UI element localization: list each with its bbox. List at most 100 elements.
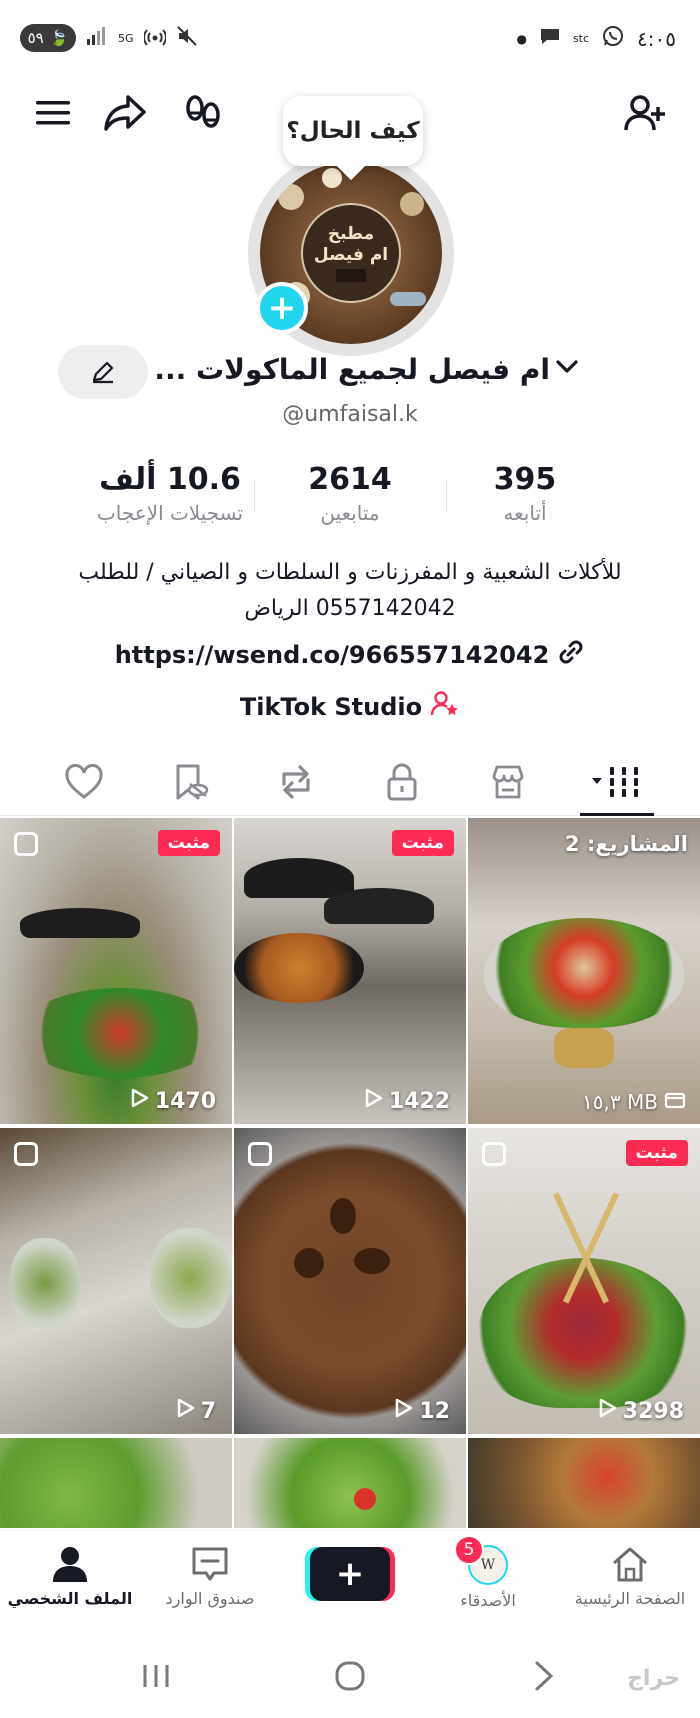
play-icon — [365, 1088, 383, 1114]
tab-favorites-hidden[interactable] — [140, 752, 240, 812]
chafing-dish-lid — [324, 888, 434, 924]
chevron-down-icon[interactable] — [554, 353, 580, 386]
bottom-nav: الصفحة الرئيسية W 5 الأصدقاء + صندوق الو… — [0, 1530, 700, 1630]
lock-icon — [387, 763, 417, 801]
avatar-logo: مطبخ ام فيصل — [301, 203, 401, 303]
status-right: ● stc ٤:٠٥ — [516, 24, 676, 53]
username: @umfaisal.k — [282, 402, 418, 427]
footprint-icon[interactable] — [178, 88, 228, 138]
bio: للأكلات الشعبية و المفرزنات و السلطات و … — [30, 555, 670, 627]
tab-shop[interactable] — [458, 752, 558, 812]
home-button[interactable] — [320, 1656, 380, 1696]
recent-apps-button[interactable] — [126, 1656, 186, 1696]
pencil-icon — [92, 361, 114, 384]
active-tab-indicator — [580, 813, 654, 816]
shop-icon — [492, 765, 524, 799]
select-checkbox[interactable] — [482, 1142, 506, 1166]
tab-private[interactable] — [352, 752, 452, 812]
create-button[interactable]: + — [310, 1547, 390, 1601]
name-row: ام فيصل لجميع الماكولات ... — [0, 345, 700, 405]
nav-profile[interactable]: الملف الشخصي — [0, 1545, 140, 1608]
battery-level: ٥٩ — [27, 29, 44, 47]
nav-inbox-label: صندوق الوارد — [165, 1589, 255, 1608]
salad-platter — [478, 1258, 688, 1408]
dot-icon: ● — [516, 31, 527, 46]
select-checkbox[interactable] — [14, 1142, 38, 1166]
profile-name[interactable]: ام فيصل لجميع الماكولات ... — [154, 353, 550, 386]
chafing-dish-lid — [20, 908, 140, 938]
following-stat[interactable]: 395 أتابعه — [425, 462, 625, 525]
recents-icon — [143, 1665, 169, 1687]
nav-friends-label: الأصدقاء — [460, 1591, 516, 1610]
video-thumbnail[interactable]: 12 — [234, 1128, 466, 1434]
view-count: 1470 — [131, 1088, 216, 1114]
edit-profile-button[interactable] — [58, 345, 148, 399]
video-thumbnail[interactable]: 7 — [0, 1128, 232, 1434]
profile-icon — [53, 1547, 87, 1582]
bio-link[interactable]: https://wsend.co/966557142042 — [0, 638, 700, 672]
message-icon — [539, 26, 561, 51]
likes-stat[interactable]: 10.6 ألف تسجيلات الإعجاب — [70, 462, 270, 525]
tiktok-studio-link[interactable]: TikTok Studio — [0, 690, 700, 724]
followers-label: متابعين — [320, 501, 380, 525]
back-button[interactable] — [514, 1656, 574, 1696]
video-thumbnail[interactable]: مثبت 1422 — [234, 818, 466, 1124]
nav-home-label: الصفحة الرئيسية — [574, 1589, 686, 1608]
view-count-value: 3298 — [622, 1398, 684, 1424]
bio-link-text[interactable]: https://wsend.co/966557142042 — [115, 641, 550, 669]
status-bar: ٥٩ 🍃 5G ● stc ٤:٠٥ — [0, 0, 700, 70]
inbox-icon — [192, 1547, 228, 1581]
repost-icon — [282, 765, 310, 799]
pinned-badge: مثبت — [625, 1140, 688, 1166]
profile-stats: 10.6 ألف تسجيلات الإعجاب 2614 متابعين 39… — [0, 462, 700, 542]
heart-icon — [65, 764, 103, 799]
pinned-badge: مثبت — [157, 830, 220, 856]
followers-stat[interactable]: 2614 متابعين — [250, 462, 450, 525]
view-count-value: 1470 — [154, 1088, 216, 1114]
system-nav-bar: حراج — [0, 1632, 700, 1718]
status-bubble[interactable]: كيف الحال؟ — [283, 96, 423, 166]
storage-size: ١٥,٣ MB — [582, 1090, 686, 1114]
date-fruit — [294, 1248, 324, 1278]
add-avatar-button[interactable]: + — [256, 282, 308, 334]
menu-icon[interactable] — [28, 88, 78, 138]
watermark: حراج — [627, 1666, 680, 1691]
avatar-subtitle: ام فيصل — [313, 244, 389, 265]
video-thumbnail[interactable]: مثبت 1470 — [0, 818, 232, 1124]
tab-reposts[interactable] — [246, 752, 346, 812]
tomato — [354, 1488, 376, 1510]
tab-liked[interactable] — [34, 752, 134, 812]
play-icon — [177, 1398, 195, 1424]
play-icon — [395, 1398, 413, 1424]
status-left: ٥٩ 🍃 5G — [20, 24, 198, 52]
video-thumbnail[interactable] — [0, 1438, 232, 1528]
video-thumbnail[interactable]: مثبت 3298 — [468, 1128, 700, 1434]
view-count: 1422 — [365, 1088, 450, 1114]
view-count: 7 — [177, 1398, 216, 1424]
select-checkbox[interactable] — [14, 832, 38, 856]
signal-icon — [86, 26, 108, 50]
decor-bowl — [400, 192, 424, 216]
whatsapp-icon — [601, 24, 625, 53]
circle-home-icon — [335, 1661, 365, 1691]
friends-avatar-wrap: W 5 — [454, 1535, 508, 1585]
video-thumbnail[interactable] — [468, 1438, 700, 1528]
video-thumbnail[interactable] — [234, 1438, 466, 1528]
video-grid: مثبت 1470 مثبت 1422 المشاريع: 2 ١٥,٣ MB … — [0, 818, 700, 1528]
bio-line-1: للأكلات الشعبية و المفرزنات و السلطات و … — [78, 560, 622, 585]
tab-videos[interactable] — [570, 752, 670, 812]
add-friend-icon[interactable] — [620, 88, 670, 138]
share-icon[interactable] — [100, 88, 150, 138]
nav-home[interactable]: الصفحة الرئيسية — [560, 1545, 700, 1608]
nav-friends[interactable]: W 5 الأصدقاء — [418, 1535, 558, 1610]
leaf-icon: 🍃 — [49, 29, 69, 47]
nav-profile-label: الملف الشخصي — [7, 1589, 133, 1608]
gift-basket — [10, 1238, 80, 1328]
nav-inbox[interactable]: صندوق الوارد — [140, 1545, 280, 1608]
following-label: أتابعه — [503, 501, 547, 525]
pinned-badge: مثبت — [391, 830, 454, 856]
select-checkbox[interactable] — [248, 1142, 272, 1166]
video-thumbnail[interactable]: المشاريع: 2 ١٥,٣ MB — [468, 818, 700, 1124]
studio-label[interactable]: TikTok Studio — [240, 693, 422, 721]
decor-bowl — [322, 168, 342, 188]
